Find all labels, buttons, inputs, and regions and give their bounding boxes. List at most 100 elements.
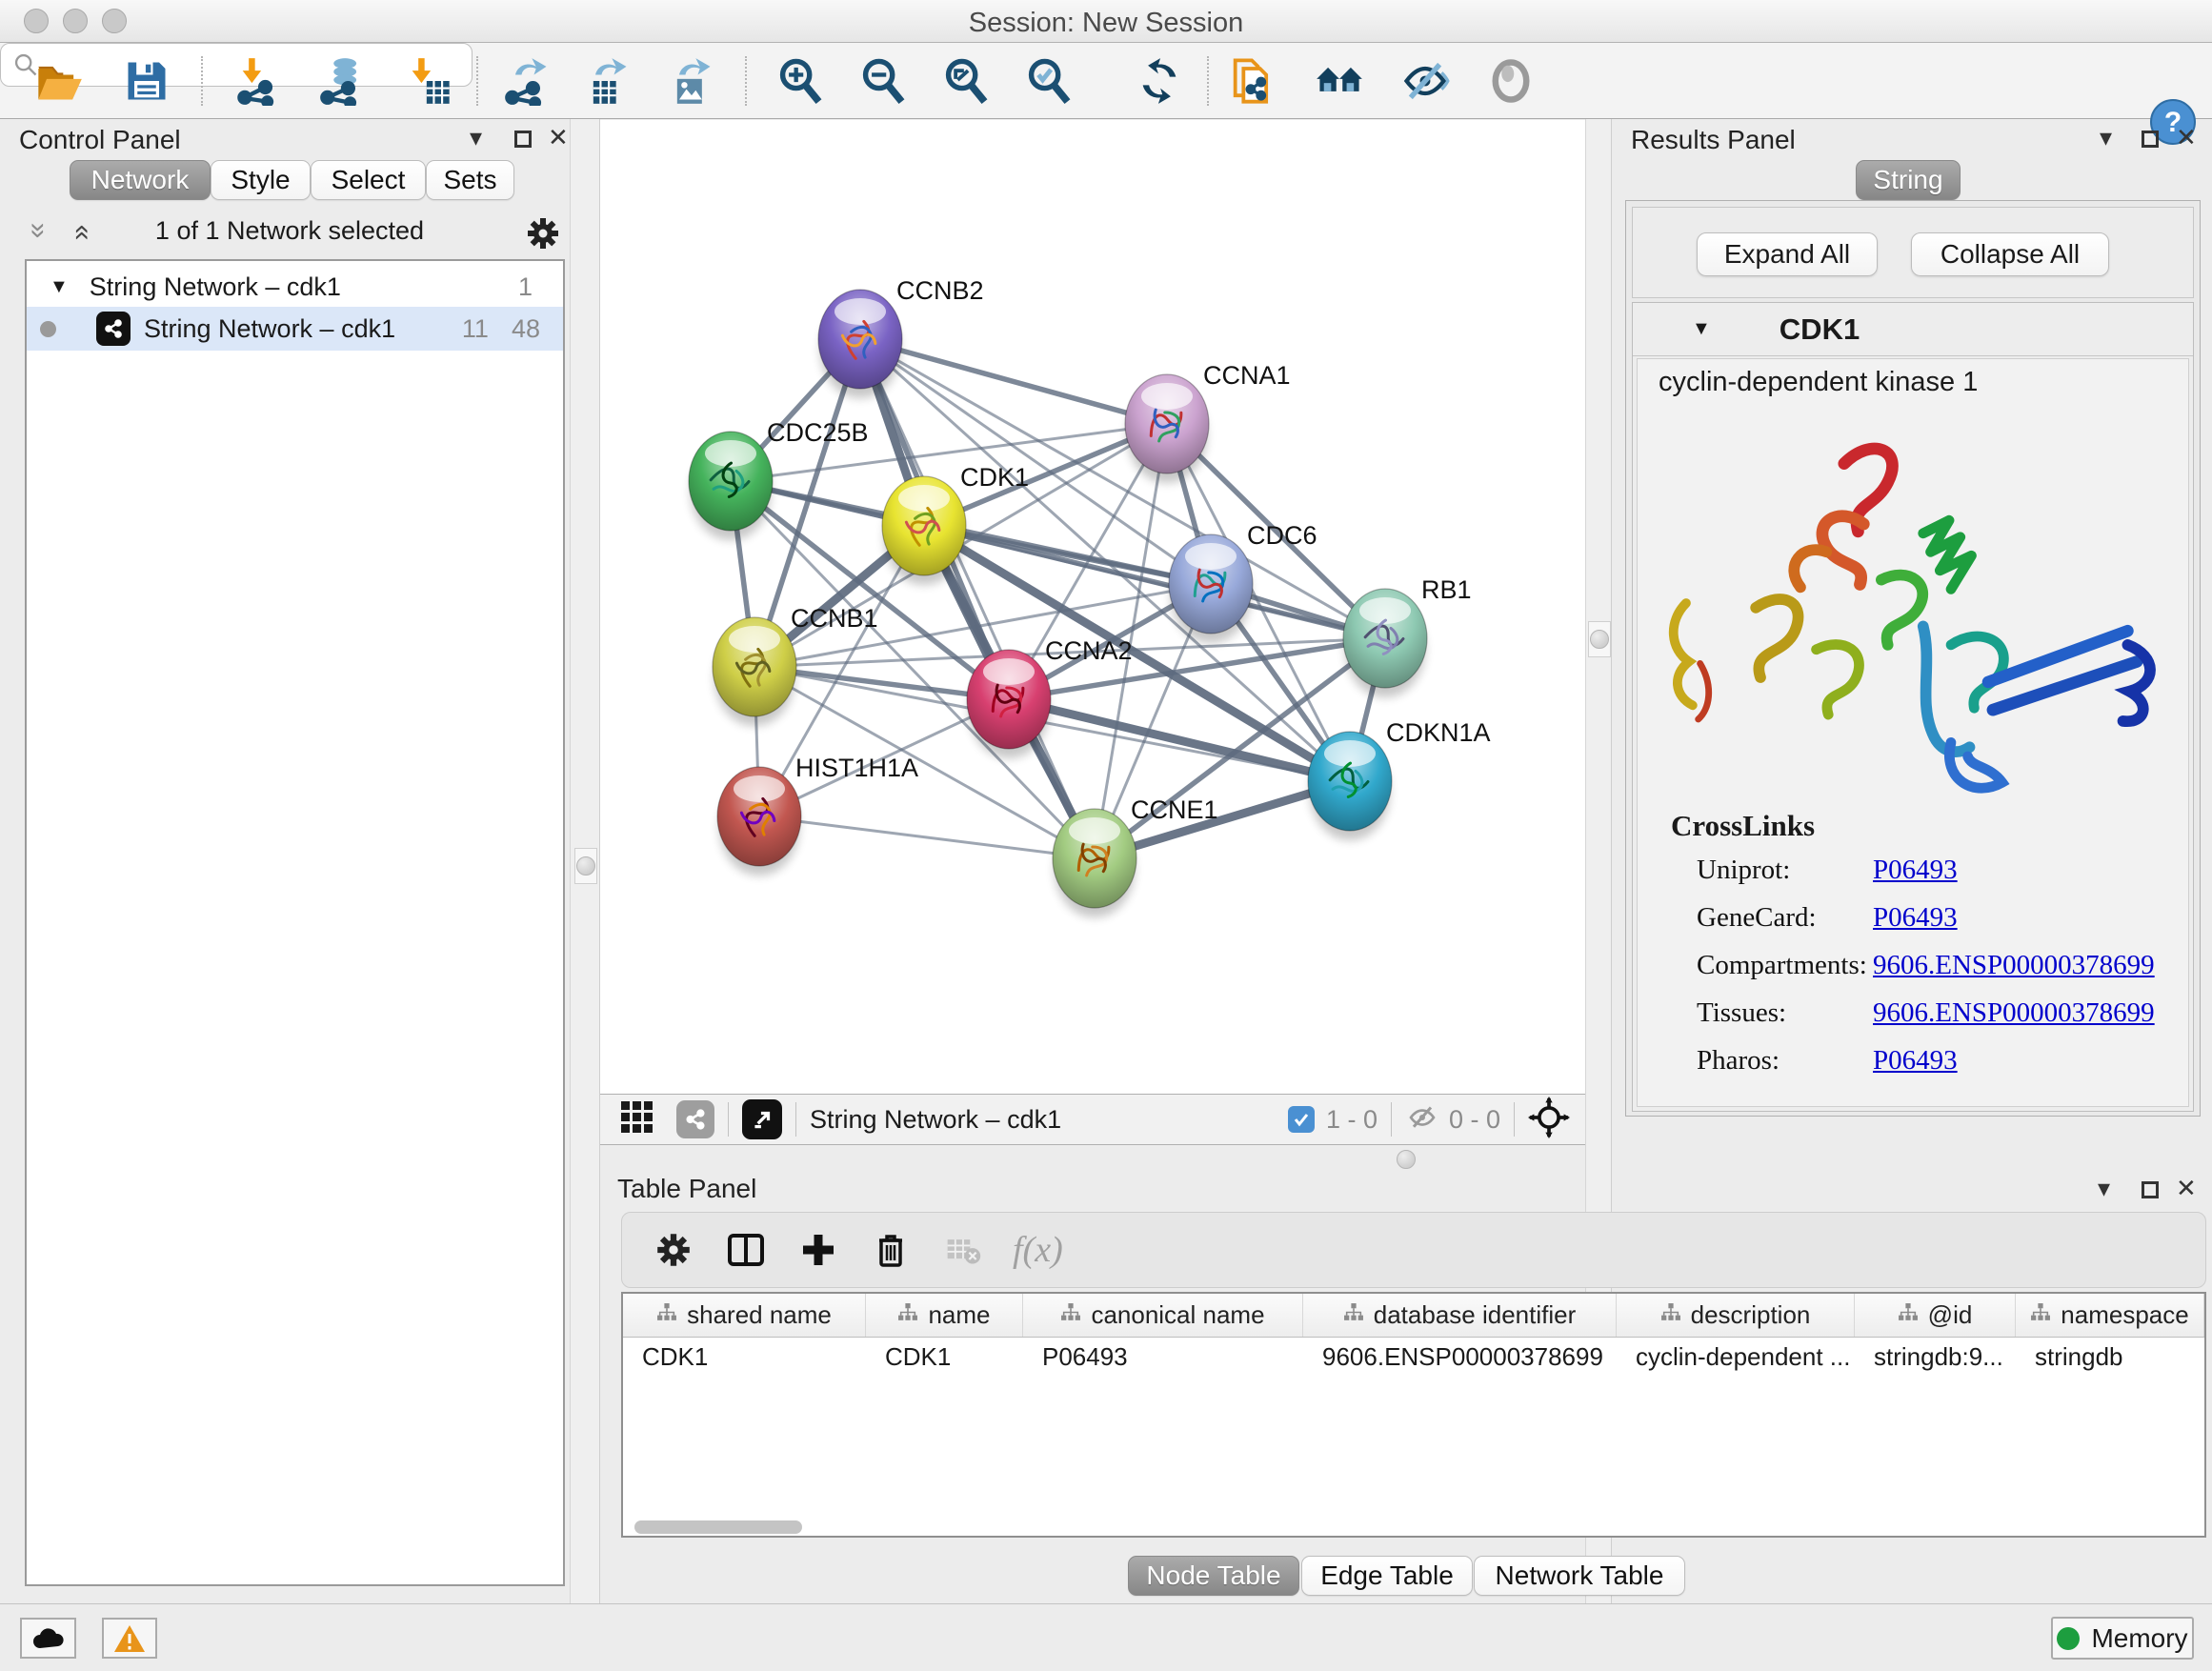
- results-panel-float-icon[interactable]: [2142, 131, 2159, 148]
- crosslink-link[interactable]: 9606.ENSP00000378699: [1873, 997, 2155, 1029]
- warning-icon: [112, 1623, 147, 1654]
- crosslink-link[interactable]: P06493: [1873, 855, 1958, 886]
- left-splitter-handle[interactable]: [574, 848, 597, 884]
- column-header-name[interactable]: name: [866, 1294, 1023, 1337]
- network-node-CCNB2[interactable]: CCNB2: [818, 276, 984, 398]
- network-tree-item-selected[interactable]: String Network – cdk1 11 48: [27, 307, 563, 351]
- results-panel-close-icon[interactable]: ✕: [2176, 123, 2197, 152]
- zoom-fit-icon[interactable]: [939, 54, 993, 108]
- network-collection-label: String Network – cdk1: [90, 272, 341, 302]
- column-header-database-identifier[interactable]: database identifier: [1303, 1294, 1617, 1337]
- left-splitter[interactable]: [570, 119, 600, 1603]
- save-session-icon[interactable]: [120, 54, 173, 108]
- birds-eye-view-icon[interactable]: [742, 1099, 782, 1139]
- tab-edge-table[interactable]: Edge Table: [1301, 1556, 1473, 1596]
- crosslink-link[interactable]: P06493: [1873, 1045, 1958, 1077]
- network-options-gear-icon[interactable]: [514, 205, 572, 262]
- crosslink-row: Compartments:9606.ENSP00000378699: [1697, 950, 2173, 981]
- add-column-icon[interactable]: [790, 1221, 847, 1278]
- network-canvas[interactable]: CCNB2CCNA1CDC25BCDK1CDC6RB1CCNB1CCNA2CDK…: [600, 120, 1585, 1094]
- table-cell: stringdb:9...: [1855, 1338, 2016, 1376]
- network-node-CCNA2[interactable]: CCNA2: [967, 636, 1133, 758]
- import-network-from-database-icon[interactable]: [316, 54, 370, 108]
- results-panel-menu-icon[interactable]: ▾: [2100, 123, 2112, 152]
- column-header-namespace[interactable]: namespace: [2016, 1294, 2204, 1337]
- memory-button[interactable]: Memory: [2051, 1617, 2194, 1660]
- crosslink-label: Tissues:: [1697, 997, 1873, 1029]
- node-label-CDC25B: CDC25B: [767, 418, 869, 447]
- table-panel: Table Panel ▾ ✕ f(x) shared namenamecano…: [600, 1170, 2212, 1603]
- network-share-view-icon[interactable]: [676, 1100, 714, 1138]
- grid-view-icon[interactable]: [619, 1099, 655, 1140]
- open-session-icon[interactable]: [32, 54, 86, 108]
- tab-node-table[interactable]: Node Table: [1128, 1556, 1299, 1596]
- copy-network-icon[interactable]: [1225, 54, 1278, 108]
- table-row[interactable]: CDK1CDK1P064939606.ENSP00000378699cyclin…: [623, 1338, 2204, 1376]
- status-bar: Memory: [0, 1603, 2212, 1671]
- column-header-canonical-name[interactable]: canonical name: [1023, 1294, 1303, 1337]
- control-panel-float-icon[interactable]: [514, 131, 532, 148]
- gene-section: ▼ CDK1 cyclin-dependent kinase 1: [1632, 302, 2194, 1112]
- tab-style[interactable]: Style: [211, 160, 311, 200]
- expand-all-button[interactable]: Expand All: [1697, 232, 1878, 276]
- delete-column-icon[interactable]: [862, 1221, 919, 1278]
- tab-select[interactable]: Select: [311, 160, 426, 200]
- table-cell: CDK1: [866, 1338, 1023, 1376]
- warnings-button[interactable]: [102, 1618, 157, 1659]
- tab-sets[interactable]: Sets: [426, 160, 514, 200]
- tab-string-results[interactable]: String: [1856, 160, 1961, 200]
- column-header-shared-name[interactable]: shared name: [623, 1294, 866, 1337]
- right-splitter-handle[interactable]: [1588, 621, 1611, 657]
- table-panel-float-icon[interactable]: [2142, 1181, 2159, 1198]
- zoom-selected-icon[interactable]: [1022, 54, 1076, 108]
- horizontal-scrollbar-thumb[interactable]: [634, 1520, 802, 1534]
- tab-network[interactable]: Network: [70, 160, 211, 200]
- cloud-button[interactable]: [20, 1618, 76, 1659]
- import-table-icon[interactable]: [402, 54, 455, 108]
- hide-selected-icon[interactable]: [1398, 54, 1452, 108]
- table-panel-menu-icon[interactable]: ▾: [2098, 1174, 2110, 1203]
- network-node-HIST1H1A[interactable]: HIST1H1A: [717, 754, 918, 876]
- network-node-RB1[interactable]: RB1: [1343, 575, 1472, 697]
- column-header-description[interactable]: description: [1617, 1294, 1855, 1337]
- refresh-view-icon[interactable]: [1133, 54, 1186, 108]
- column-header-label: canonical name: [1091, 1300, 1264, 1330]
- gene-section-header[interactable]: ▼ CDK1: [1633, 303, 2193, 356]
- control-panel-menu-icon[interactable]: ▾: [470, 123, 482, 152]
- show-columns-icon[interactable]: [717, 1221, 774, 1278]
- selected-checkbox-icon[interactable]: [1288, 1106, 1315, 1133]
- import-network-icon[interactable]: [232, 54, 286, 108]
- control-panel-close-icon[interactable]: ✕: [548, 123, 569, 152]
- gene-collapse-icon[interactable]: ▼: [1692, 318, 1711, 340]
- show-all-icon[interactable]: [1484, 54, 1538, 108]
- export-network-icon[interactable]: [501, 54, 554, 108]
- network-node-CCNE1[interactable]: CCNE1: [1053, 795, 1218, 917]
- network-node-CDK1[interactable]: CDK1: [882, 463, 1029, 585]
- collapse-all-button[interactable]: Collapse All: [1911, 232, 2109, 276]
- memory-status-dot: [2057, 1627, 2080, 1650]
- node-label-CCNE1: CCNE1: [1131, 795, 1218, 824]
- crosslink-link[interactable]: P06493: [1873, 902, 1958, 934]
- crosslink-label: GeneCard:: [1697, 902, 1873, 934]
- crosslink-link[interactable]: 9606.ENSP00000378699: [1873, 950, 2155, 981]
- table-panel-close-icon[interactable]: ✕: [2176, 1174, 2197, 1203]
- network-edge-HIST1H1A-CCNE1[interactable]: [759, 816, 1095, 858]
- horizontal-splitter-handle[interactable]: [1397, 1150, 1416, 1169]
- zoom-out-icon[interactable]: [856, 54, 910, 108]
- column-header--id[interactable]: @id: [1855, 1294, 2016, 1337]
- export-image-icon[interactable]: [665, 54, 718, 108]
- string-app-icon: [96, 312, 131, 346]
- table-settings-gear-icon[interactable]: [645, 1221, 702, 1278]
- network-node-CDC6[interactable]: CDC6: [1169, 521, 1317, 643]
- title-bar[interactable]: Session: New Session: [0, 0, 2212, 43]
- network-node-CDKN1A[interactable]: CDKN1A: [1308, 718, 1491, 840]
- network-tree-root-row[interactable]: ▼ String Network – cdk1 1: [27, 267, 563, 307]
- network-node-CCNB1[interactable]: CCNB1: [713, 604, 878, 726]
- zoom-in-icon[interactable]: [774, 54, 827, 108]
- home-layouts-icon[interactable]: [1313, 54, 1366, 108]
- export-table-icon[interactable]: [581, 54, 634, 108]
- pan-crosshair-icon[interactable]: [1528, 1097, 1570, 1143]
- tree-collapse-icon[interactable]: ▼: [50, 276, 69, 298]
- crosslink-row: Pharos:P06493: [1697, 1045, 2173, 1077]
- tab-network-table[interactable]: Network Table: [1474, 1556, 1685, 1596]
